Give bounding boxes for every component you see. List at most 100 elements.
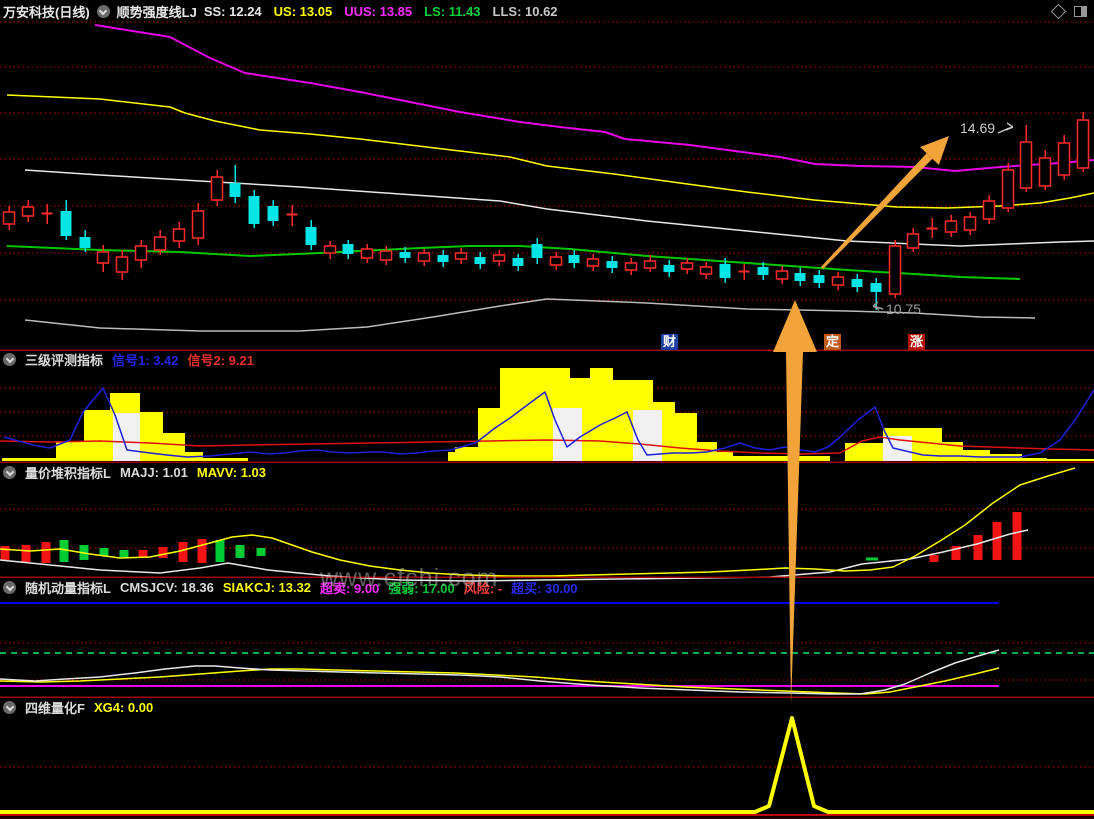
histogram-bar-yellow — [455, 447, 478, 461]
candle-up — [1038, 157, 1052, 187]
volume-bar-green — [235, 545, 245, 558]
candle-down — [851, 279, 863, 287]
volume-bar-red — [197, 539, 207, 563]
volume-bar-red — [0, 546, 10, 560]
candle-down — [267, 206, 279, 221]
volume-bar-red — [138, 550, 148, 557]
candle-up — [586, 258, 600, 267]
candle-down — [60, 211, 72, 236]
candle-down — [248, 196, 260, 224]
histogram-bar-yellow — [590, 368, 613, 461]
candle-down — [531, 244, 543, 258]
indicator-title: 顺势强度线LJ — [116, 4, 197, 20]
candle-up — [210, 176, 224, 201]
candle-up — [417, 252, 431, 262]
candle-down — [305, 227, 317, 245]
volume-bar-green — [256, 548, 266, 556]
candle-down — [342, 244, 354, 254]
collapse-icon[interactable] — [3, 700, 16, 714]
candle-up — [191, 210, 205, 239]
indicator-text: 信号2: 9.21 — [187, 352, 254, 368]
majj-line — [0, 467, 1076, 577]
candle-down — [606, 261, 618, 268]
title-field: LS: 11.43 — [424, 3, 481, 19]
histogram-bar-yellow — [963, 450, 990, 461]
candle-up — [492, 254, 506, 262]
candle-up — [831, 276, 845, 286]
candle-down — [568, 255, 580, 263]
chart-badge: 涨 — [908, 334, 925, 350]
volume-bar-red — [178, 542, 188, 562]
indicator-text: MAVV: 1.03 — [196, 464, 266, 480]
chart-canvas[interactable] — [0, 0, 1094, 819]
histogram-bar-white — [633, 410, 662, 461]
candle-up — [680, 262, 694, 270]
panel-sanji-header: 三级评测指标 信号1: 3.42 信号2: 9.21 — [0, 351, 254, 368]
candle-down — [870, 283, 882, 292]
volume-bar-red — [21, 545, 31, 562]
collapse-icon[interactable] — [3, 580, 16, 594]
title-right-icons — [1050, 3, 1094, 19]
candle-up — [379, 250, 393, 261]
collapse-icon[interactable] — [3, 352, 16, 366]
candle-up — [360, 248, 374, 259]
candle-up — [1057, 142, 1071, 176]
high-price-label: 14.69 — [960, 120, 996, 136]
indicator-text: 三级评测指标 — [25, 352, 104, 368]
candle-down — [757, 267, 769, 275]
title-field: UUS: 13.85 — [344, 3, 413, 19]
title-field: LLS: 10.62 — [492, 3, 558, 19]
volume-bar-green — [215, 540, 225, 562]
collapse-icon[interactable] — [3, 465, 16, 479]
histogram-bar-yellow — [1022, 458, 1047, 461]
histogram-bar-yellow — [675, 413, 697, 461]
xg4-spike-line — [0, 716, 1094, 814]
candle-down — [794, 273, 806, 281]
indicator-text: 超买: 30.00 — [511, 580, 578, 596]
volume-bar-red — [41, 542, 51, 563]
histogram-bar-white — [553, 408, 582, 461]
candle-up — [888, 245, 902, 295]
candle-up — [323, 245, 337, 254]
candle-up — [115, 256, 129, 273]
chart-badge: 财 — [661, 334, 678, 350]
volume-bar-red — [1012, 512, 1022, 560]
candle-up — [2, 211, 16, 225]
candle-down — [474, 257, 486, 264]
indicator-text: XG4: 0.00 — [93, 699, 154, 715]
histogram-bar-yellow — [56, 442, 84, 461]
indicator-text: 随机动量指标L — [25, 580, 111, 596]
panel-liangjia-header: 量价堆积指标L MAJJ: 1.01 MAVV: 1.03 — [0, 464, 266, 481]
candle-up — [153, 236, 167, 251]
histogram-bar-yellow — [733, 456, 830, 461]
low-price-label: 10.75 — [886, 301, 922, 317]
candle-down — [229, 183, 241, 197]
histogram-bar-yellow — [845, 443, 883, 461]
dropdown-icon[interactable] — [96, 4, 110, 18]
indicator-text: 信号1: 3.42 — [112, 352, 179, 368]
pointer-arrow-tick — [1006, 122, 1014, 128]
candle-up — [549, 256, 563, 266]
indicator-text: 四维量化F — [25, 700, 85, 716]
chart-badge: 定 — [824, 334, 841, 350]
candle-up — [96, 251, 110, 264]
candle-down — [399, 252, 411, 258]
window-icon[interactable] — [1074, 5, 1087, 17]
candle-up — [944, 220, 958, 233]
watermark: www.cfchi.com — [320, 564, 499, 592]
volume-bar-red — [992, 522, 1002, 560]
diamond-icon[interactable] — [1050, 3, 1067, 19]
histogram-bar-yellow — [717, 452, 733, 461]
candle-down — [813, 275, 825, 283]
title-field: SS: 12.24 — [203, 3, 262, 19]
lower-band-line — [24, 298, 1036, 332]
candle-down — [79, 237, 91, 248]
candle-up — [982, 200, 996, 220]
candle-up — [21, 206, 35, 217]
candle-up — [134, 245, 148, 261]
title-field: US: 13.05 — [273, 3, 333, 19]
candle-up — [963, 216, 977, 231]
candle-down — [437, 255, 449, 262]
indicator-text: CMSJCV: 18.36 — [119, 579, 214, 595]
app-window: 万安科技(日线) 顺势强度线LJ SS: 12.24 US: 13.05 UUS: … — [0, 0, 1094, 819]
